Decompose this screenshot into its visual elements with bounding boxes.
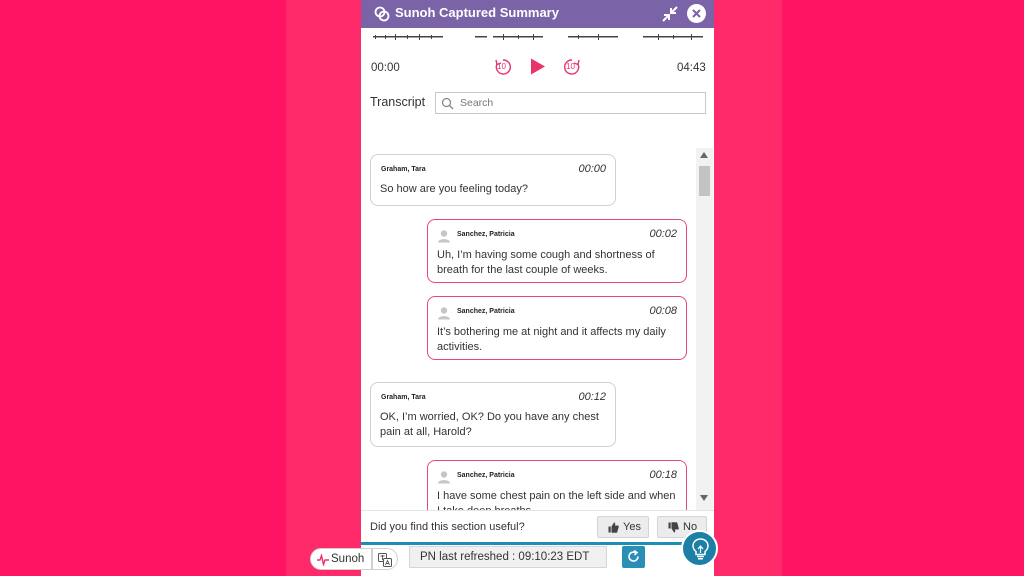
speaker-name: Graham, Tara <box>381 166 426 173</box>
message-text: It’s bothering me at night and it affect… <box>437 326 666 353</box>
scroll-up-arrow-icon[interactable] <box>700 152 708 158</box>
message-time[interactable]: 00:02 <box>649 228 677 240</box>
sunoh-wave-icon <box>317 554 329 566</box>
search-input[interactable] <box>460 95 700 111</box>
sunoh-summary-panel: Sunoh Captured Summary 00:00 10 10 04:43… <box>361 0 714 546</box>
message-text: OK, I’m worried, OK? Do you have any che… <box>380 411 599 438</box>
message-time[interactable]: 00:08 <box>649 305 677 317</box>
transcript-label: Transcript <box>370 95 426 109</box>
transcript-scrollbar[interactable] <box>696 148 713 510</box>
forward-label: 10 <box>566 62 575 71</box>
yes-button[interactable]: Yes <box>597 516 649 538</box>
sunoh-label: Sunoh <box>331 553 365 565</box>
message-time[interactable]: 00:12 <box>578 391 606 403</box>
message-time[interactable]: 00:18 <box>649 469 677 481</box>
refreshed-text: PN last refreshed : 09:10:23 EDT <box>420 551 590 563</box>
message-time[interactable]: 00:00 <box>578 163 606 175</box>
transcript-thread: Graham, Tara 00:00 So how are you feelin… <box>361 148 697 510</box>
panel-header: Sunoh Captured Summary <box>361 0 714 28</box>
speaker-name: Sanchez, Patricia <box>457 472 515 479</box>
lightbulb-icon <box>692 538 709 560</box>
scroll-down-arrow-icon[interactable] <box>700 495 708 501</box>
message-text: I have some chest pain on the left side … <box>437 490 676 510</box>
refresh-icon <box>628 550 639 562</box>
feedback-row: Did you find this section useful? Yes No <box>361 510 714 546</box>
sunoh-button[interactable]: Sunoh <box>310 548 372 570</box>
forward-10-button[interactable]: 10 <box>563 58 581 76</box>
message-bubble: Sanchez, Patricia 00:08 It’s bothering m… <box>427 296 687 360</box>
ideas-button[interactable] <box>681 530 718 567</box>
message-text: Uh, I’m having some cough and shortness … <box>437 249 655 276</box>
panel-title: Sunoh Captured Summary <box>395 5 559 20</box>
speaker-name: Graham, Tara <box>381 394 426 401</box>
current-time: 00:00 <box>371 62 400 74</box>
speaker-name: Sanchez, Patricia <box>457 308 515 315</box>
sunoh-logo-icon <box>374 6 390 22</box>
search-box[interactable] <box>435 92 706 114</box>
message-bubble: Graham, Tara 00:12 OK, I’m worried, OK? … <box>370 382 616 447</box>
message-bubble: Sanchez, Patricia 00:18 I have some ches… <box>427 460 687 510</box>
feedback-question: Did you find this section useful? <box>370 521 525 533</box>
total-time: 04:43 <box>677 62 706 74</box>
message-bubble: Graham, Tara 00:00 So how are you feelin… <box>370 154 616 206</box>
language-button[interactable] <box>372 548 398 570</box>
close-icon <box>692 9 701 18</box>
thumbs-down-icon <box>668 522 679 533</box>
person-icon <box>438 230 450 243</box>
close-button[interactable] <box>687 4 706 23</box>
yes-label: Yes <box>623 521 641 533</box>
search-icon <box>441 97 454 110</box>
refresh-button[interactable] <box>622 546 645 568</box>
rewind-label: 10 <box>497 62 506 71</box>
collapse-arrows-icon[interactable] <box>660 4 680 24</box>
rewind-10-button[interactable]: 10 <box>494 58 512 76</box>
speaker-name: Sanchez, Patricia <box>457 231 515 238</box>
person-icon <box>438 471 450 484</box>
play-icon[interactable] <box>530 57 546 76</box>
message-text: So how are you feeling today? <box>380 183 528 195</box>
person-icon <box>438 307 450 320</box>
translate-icon <box>378 553 392 567</box>
thumbs-up-icon <box>608 522 619 533</box>
scrollbar-thumb[interactable] <box>699 166 710 196</box>
refreshed-status: PN last refreshed : 09:10:23 EDT <box>409 546 607 568</box>
audio-waveform[interactable] <box>373 33 703 41</box>
message-bubble: Sanchez, Patricia 00:02 Uh, I’m having s… <box>427 219 687 283</box>
